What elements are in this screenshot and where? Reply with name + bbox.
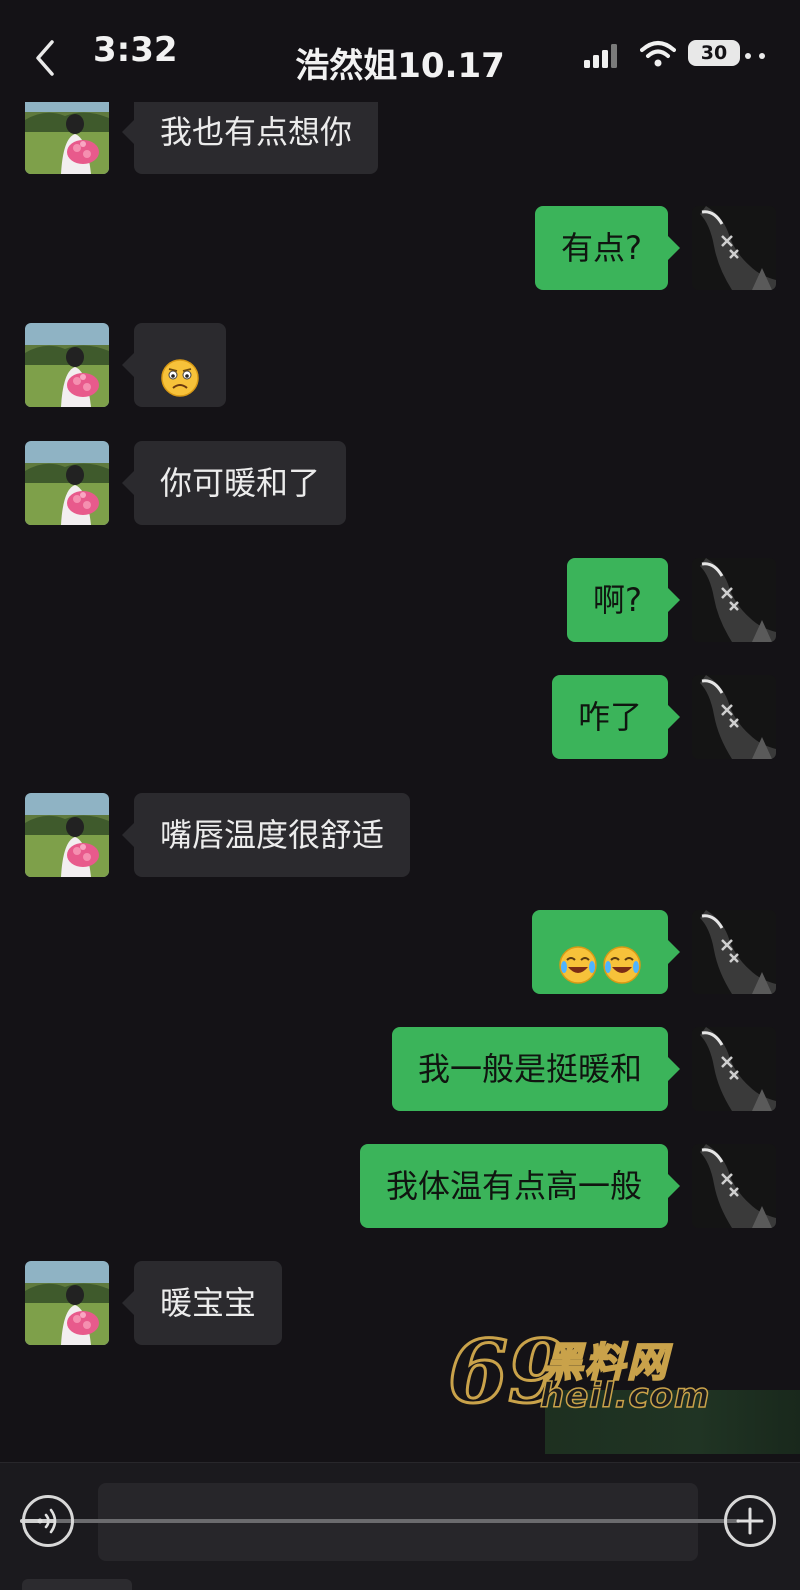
outgoing-message: 有点? (0, 206, 800, 290)
message-text: 暖宝宝 (160, 1284, 257, 1322)
outgoing-message: 我体温有点高一般 (0, 1144, 800, 1228)
message-text: 啊? (593, 581, 642, 619)
wifi-icon (640, 41, 676, 67)
message-text: 咋了 (577, 698, 642, 736)
crying-laughing-emoji-icon (602, 932, 642, 984)
contact-avatar[interactable] (25, 1261, 109, 1345)
incoming-message (0, 323, 800, 407)
contact-avatar[interactable] (25, 793, 109, 877)
message-bubble[interactable]: 我也有点想你 (121, 102, 379, 174)
incoming-message: 你可暖和了 (0, 441, 800, 525)
voice-input-button[interactable] (22, 1495, 74, 1547)
home-indicator-strip (22, 1579, 132, 1590)
message-text: 我体温有点高一般 (385, 1167, 642, 1205)
chat-title[interactable]: 浩然姐10.17 (240, 38, 560, 87)
message-bubble[interactable]: 有点? (535, 206, 680, 290)
contact-avatar[interactable] (25, 102, 109, 174)
outgoing-message: 啊? (0, 558, 800, 642)
message-text: 嘴唇温度很舒适 (160, 816, 385, 854)
voice-wave-icon (37, 1508, 57, 1534)
incoming-message: 我也有点想你 (0, 102, 800, 174)
self-avatar[interactable] (692, 206, 776, 290)
self-avatar[interactable] (692, 558, 776, 642)
site-watermark-logo: 69 黑料网 heil.com (447, 1321, 720, 1425)
back-arrow-icon[interactable] (30, 38, 60, 78)
message-bubble[interactable] (122, 323, 226, 407)
plus-icon (736, 1507, 764, 1535)
chat-input-bar (0, 1462, 800, 1590)
more-dots-icon[interactable] (744, 52, 766, 60)
message-bubble[interactable]: 我一般是挺暖和 (391, 1027, 681, 1111)
self-avatar[interactable] (692, 675, 776, 759)
cellular-signal-icon (584, 44, 617, 68)
message-bubble[interactable]: 暖宝宝 (121, 1261, 283, 1345)
watermark-site: heil.com (539, 1375, 711, 1417)
message-bubble[interactable] (532, 910, 680, 994)
message-text: 你可暖和了 (160, 464, 321, 502)
more-actions-button[interactable] (724, 1495, 776, 1547)
crying-laughing-emoji-icon (558, 932, 598, 984)
message-bubble[interactable]: 我体温有点高一般 (359, 1144, 681, 1228)
battery-level: 30 (688, 40, 740, 66)
outgoing-message (0, 910, 800, 994)
self-avatar[interactable] (692, 910, 776, 994)
message-bubble[interactable]: 啊? (567, 558, 680, 642)
outgoing-message: 我一般是挺暖和 (0, 1027, 800, 1111)
self-avatar[interactable] (692, 1027, 776, 1111)
contact-avatar[interactable] (25, 441, 109, 525)
video-progress-bar[interactable] (20, 1519, 740, 1523)
message-bubble[interactable]: 嘴唇温度很舒适 (121, 793, 411, 877)
message-text: 有点? (561, 229, 642, 267)
outgoing-message: 咋了 (0, 675, 800, 759)
message-text: 我一般是挺暖和 (417, 1050, 642, 1088)
self-avatar[interactable] (692, 1144, 776, 1228)
message-bubble[interactable]: 你可暖和了 (121, 441, 347, 525)
message-list[interactable]: 我也有点想你有点? 你可暖和了啊? 咋了嘴唇温度很舒适我一般是挺暖和我体温有点高一般… (0, 102, 800, 1462)
message-bubble[interactable]: 咋了 (551, 675, 681, 759)
status-time: 3:32 (93, 30, 178, 70)
chat-header: 3:32 浩然姐10.17 30 (0, 0, 800, 102)
frowning-face-emoji-icon (160, 345, 200, 397)
incoming-message: 嘴唇温度很舒适 (0, 793, 800, 877)
message-text: 我也有点想你 (160, 113, 353, 151)
contact-avatar[interactable] (25, 323, 109, 407)
